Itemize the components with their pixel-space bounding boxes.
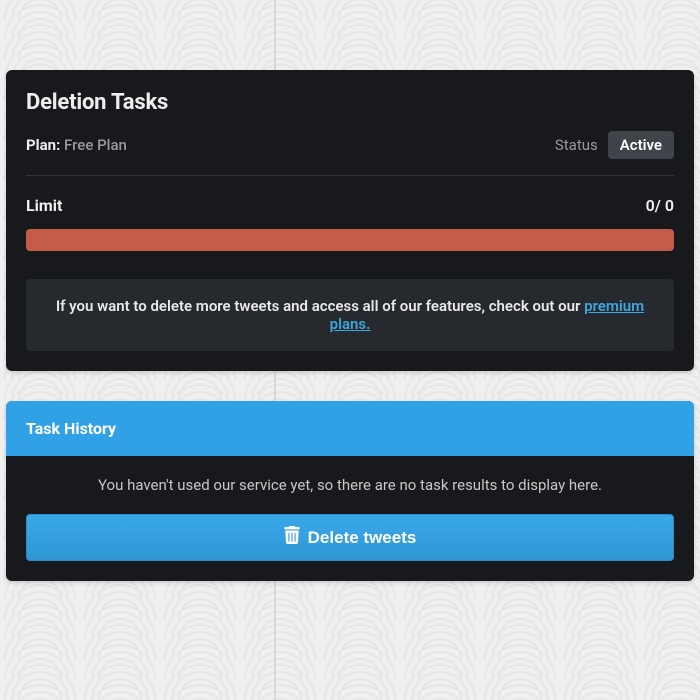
plan-status-row: Plan: Free Plan Status Active	[26, 131, 674, 176]
task-history-empty-text: You haven't used our service yet, so the…	[26, 476, 674, 494]
plan-value-text: Free Plan	[64, 136, 127, 154]
limit-used: 0	[646, 196, 655, 215]
delete-tweets-button[interactable]: Delete tweets	[26, 514, 674, 561]
limit-total: 0	[665, 196, 674, 215]
plan-info: Plan: Free Plan	[26, 136, 127, 154]
trash-icon	[284, 526, 300, 549]
limit-label: Limit	[26, 196, 62, 215]
limit-sep: /	[655, 196, 665, 215]
task-history-card: Task History You haven't used our servic…	[6, 401, 694, 581]
status-label: Status	[555, 136, 598, 154]
limit-progress-bar	[26, 229, 674, 251]
deletion-tasks-title: Deletion Tasks	[26, 90, 674, 115]
upsell-text: If you want to delete more tweets and ac…	[56, 297, 584, 315]
status-info: Status Active	[555, 131, 674, 159]
limit-value: 0/ 0	[646, 196, 674, 215]
delete-tweets-button-label: Delete tweets	[308, 528, 417, 548]
status-badge: Active	[608, 131, 674, 159]
upsell-banner: If you want to delete more tweets and ac…	[26, 279, 674, 351]
task-history-body: You haven't used our service yet, so the…	[6, 456, 694, 581]
deletion-tasks-card: Deletion Tasks Plan: Free Plan Status Ac…	[6, 70, 694, 371]
plan-label: Plan:	[26, 136, 60, 154]
task-history-title: Task History	[6, 401, 694, 456]
limit-row: Limit 0/ 0	[26, 196, 674, 215]
